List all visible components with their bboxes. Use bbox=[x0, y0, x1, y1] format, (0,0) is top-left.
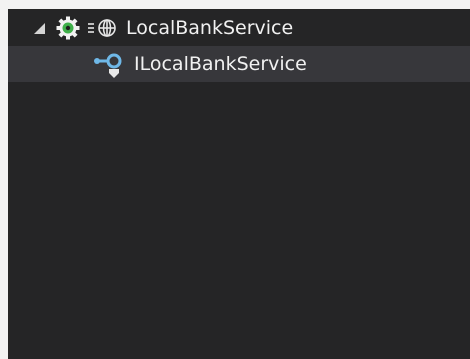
expanded-triangle-icon[interactable] bbox=[34, 23, 45, 34]
service-gear-icon bbox=[56, 16, 80, 40]
tree-node-localbankservice[interactable]: LocalBankService bbox=[8, 10, 470, 46]
tree-node-label: LocalBankService bbox=[126, 17, 294, 39]
web-globe-icon bbox=[87, 18, 119, 38]
tree-node-label: ILocalBankService bbox=[134, 53, 307, 75]
interface-icon bbox=[94, 51, 124, 79]
tree-node-ilocalbankservice[interactable]: ILocalBankService bbox=[8, 46, 470, 82]
solution-tree-panel: LocalBankService ILocalBankService bbox=[8, 9, 470, 359]
window-frame: LocalBankService ILocalBankService bbox=[0, 0, 470, 359]
